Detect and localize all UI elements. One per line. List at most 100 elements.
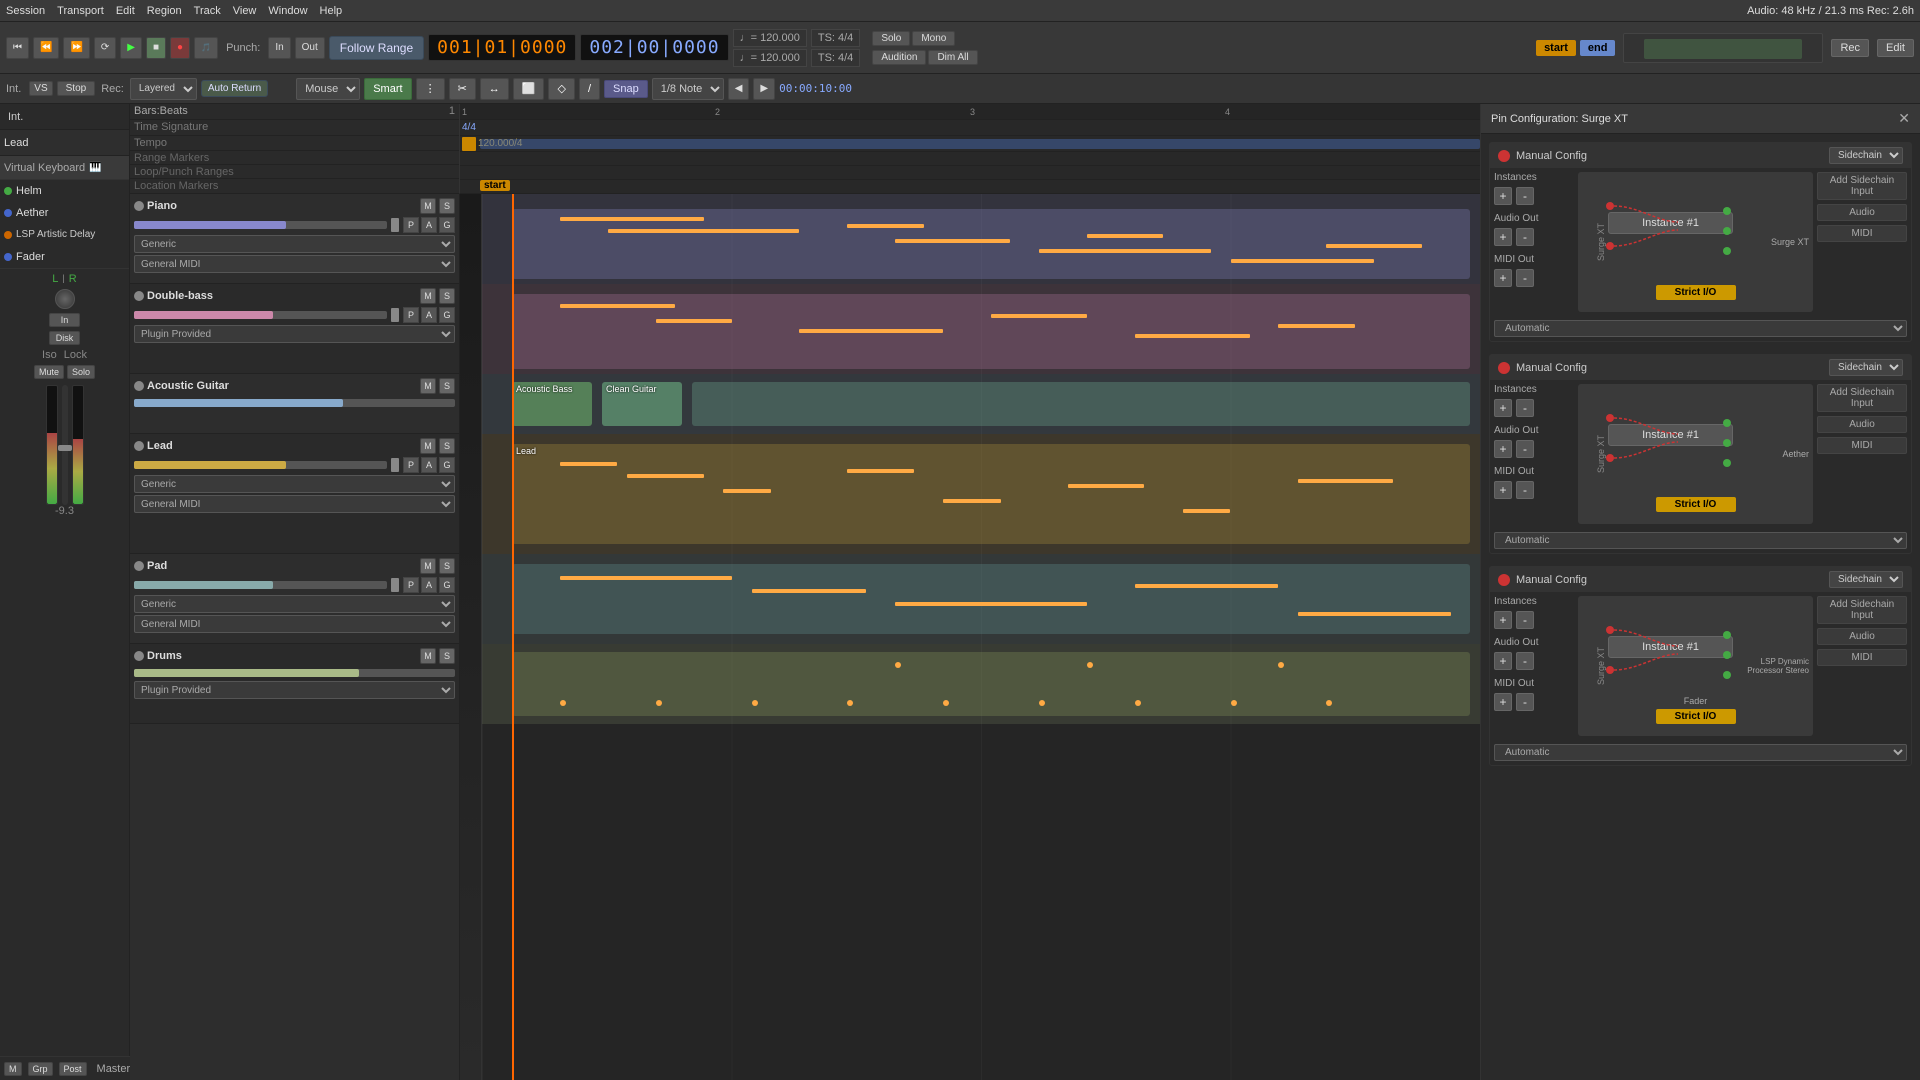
piano-record-dot[interactable] [134, 201, 144, 211]
pad-midi-select[interactable]: General MIDI [134, 615, 455, 633]
guitar-record-dot[interactable] [134, 381, 144, 391]
piano-fader-handle[interactable] [391, 218, 399, 232]
lead-clip[interactable]: Lead [512, 444, 1470, 544]
bass-g-btn[interactable]: G [439, 307, 455, 323]
menu-track[interactable]: Track [194, 5, 221, 17]
post-btn[interactable]: Post [59, 1062, 87, 1076]
pad-fader[interactable] [134, 581, 387, 589]
lead-plugin-select[interactable]: Generic [134, 475, 455, 493]
start-label[interactable]: start [1536, 40, 1576, 56]
transport-record-btn[interactable]: ● [170, 37, 190, 59]
auto-select-1[interactable]: Automatic [1494, 320, 1907, 337]
drums-record-dot[interactable] [134, 651, 144, 661]
transport-loop-btn[interactable]: ⟳ [94, 37, 116, 59]
menu-region[interactable]: Region [147, 5, 182, 17]
add-sidechain-btn-2[interactable]: Add Sidechain Input [1817, 384, 1907, 412]
dim-all-btn[interactable]: Dim All [928, 50, 977, 65]
piano-g-btn[interactable]: G [439, 217, 455, 233]
pad-clip[interactable] [512, 564, 1470, 634]
pad-s-btn[interactable]: S [439, 558, 455, 574]
tool-btn-4[interactable]: ⬜ [513, 78, 545, 100]
pad-a-btn[interactable]: A [421, 577, 437, 593]
add-sidechain-btn-3[interactable]: Add Sidechain Input [1817, 596, 1907, 624]
bass-plugin-select[interactable]: Plugin Provided [134, 325, 455, 343]
drums-clip[interactable] [512, 652, 1470, 716]
instances-minus-3[interactable]: - [1516, 611, 1534, 629]
drums-fader[interactable] [134, 669, 455, 677]
disk-button[interactable]: Disk [49, 331, 81, 345]
audio-out-plus-3[interactable]: + [1494, 652, 1512, 670]
audio-out-minus-3[interactable]: - [1516, 652, 1534, 670]
mono-btn[interactable]: Mono [912, 31, 955, 46]
pad-g-btn[interactable]: G [439, 577, 455, 593]
close-panel-btn[interactable]: ✕ [1898, 110, 1910, 127]
vs-btn[interactable]: VS [29, 81, 52, 96]
bass-fader-handle[interactable] [391, 308, 399, 322]
next-marker-btn[interactable]: ▶ [753, 78, 775, 100]
pad-p-btn[interactable]: P [403, 577, 419, 593]
menu-view[interactable]: View [233, 5, 257, 17]
punch-in-btn[interactable]: In [268, 37, 290, 59]
piano-plugin-select[interactable]: Generic [134, 235, 455, 253]
plugin-helm[interactable]: Helm [0, 180, 129, 202]
lead-midi-select[interactable]: General MIDI [134, 495, 455, 513]
midi-out-plus-1[interactable]: + [1494, 269, 1512, 287]
lead-p-btn[interactable]: P [403, 457, 419, 473]
guitar-fader[interactable] [134, 399, 455, 407]
midi-sidechain-btn-3[interactable]: MIDI [1817, 649, 1907, 666]
guitar-s-btn[interactable]: S [439, 378, 455, 394]
smart-btn[interactable]: Smart [364, 78, 411, 100]
lead-s-btn[interactable]: S [439, 438, 455, 454]
piano-p-btn[interactable]: P [403, 217, 419, 233]
midi-sidechain-btn-2[interactable]: MIDI [1817, 437, 1907, 454]
instances-plus-3[interactable]: + [1494, 611, 1512, 629]
rec-big-btn[interactable]: Rec [1831, 39, 1869, 57]
lead-a-btn[interactable]: A [421, 457, 437, 473]
lead-fader[interactable] [134, 461, 387, 469]
guitar-m-btn[interactable]: M [420, 378, 436, 394]
add-sidechain-btn-1[interactable]: Add Sidechain Input [1817, 172, 1907, 200]
bass-s-btn[interactable]: S [439, 288, 455, 304]
menu-edit[interactable]: Edit [116, 5, 135, 17]
menu-help[interactable]: Help [320, 5, 343, 17]
menu-transport[interactable]: Transport [57, 5, 104, 17]
piano-clip[interactable] [512, 209, 1470, 279]
tool-btn-2[interactable]: ✂ [449, 78, 476, 100]
audio-sidechain-btn-3[interactable]: Audio [1817, 628, 1907, 645]
mute-button[interactable]: Mute [34, 365, 64, 379]
drums-s-btn[interactable]: S [439, 648, 455, 664]
audio-out-minus-2[interactable]: - [1516, 440, 1534, 458]
grp-btn[interactable]: Grp [28, 1062, 53, 1076]
drums-m-btn[interactable]: M [420, 648, 436, 664]
pad-record-dot[interactable] [134, 561, 144, 571]
plugin-lsp[interactable]: LSP Artistic Delay [0, 224, 129, 246]
solo-btn[interactable]: Solo [872, 31, 910, 46]
instances-plus-1[interactable]: + [1494, 187, 1512, 205]
transport-back-btn[interactable]: ⏪ [33, 37, 59, 59]
prev-marker-btn[interactable]: ◀ [728, 78, 750, 100]
midi-out-minus-2[interactable]: - [1516, 481, 1534, 499]
snap-btn[interactable]: Snap [604, 80, 648, 98]
in-button[interactable]: In [49, 313, 81, 327]
piano-fader[interactable] [134, 221, 387, 229]
bass-record-dot[interactable] [134, 291, 144, 301]
bass-a-btn[interactable]: A [421, 307, 437, 323]
mouse-mode-select[interactable]: Mouse [296, 78, 360, 100]
lead-m-btn[interactable]: M [420, 438, 436, 454]
instances-minus-1[interactable]: - [1516, 187, 1534, 205]
audio-sidechain-btn-2[interactable]: Audio [1817, 416, 1907, 433]
transport-play-btn[interactable]: ▶ [120, 37, 142, 59]
audio-sidechain-btn-1[interactable]: Audio [1817, 204, 1907, 221]
bass-clip[interactable] [512, 294, 1470, 369]
audition-btn[interactable]: Audition [872, 50, 926, 65]
tool-btn-3[interactable]: ↔ [480, 78, 509, 100]
tool-btn-6[interactable]: / [579, 78, 600, 100]
stop-btn[interactable]: Stop [57, 81, 96, 96]
transport-click-btn[interactable]: 🎵 [194, 37, 218, 59]
plugin-fader[interactable]: Fader [0, 246, 129, 268]
midi-out-minus-1[interactable]: - [1516, 269, 1534, 287]
menu-window[interactable]: Window [268, 5, 307, 17]
tool-btn-5[interactable]: ◇ [548, 78, 574, 100]
tool-btn-1[interactable]: ⋮ [416, 78, 445, 100]
piano-midi-select[interactable]: General MIDI [134, 255, 455, 273]
